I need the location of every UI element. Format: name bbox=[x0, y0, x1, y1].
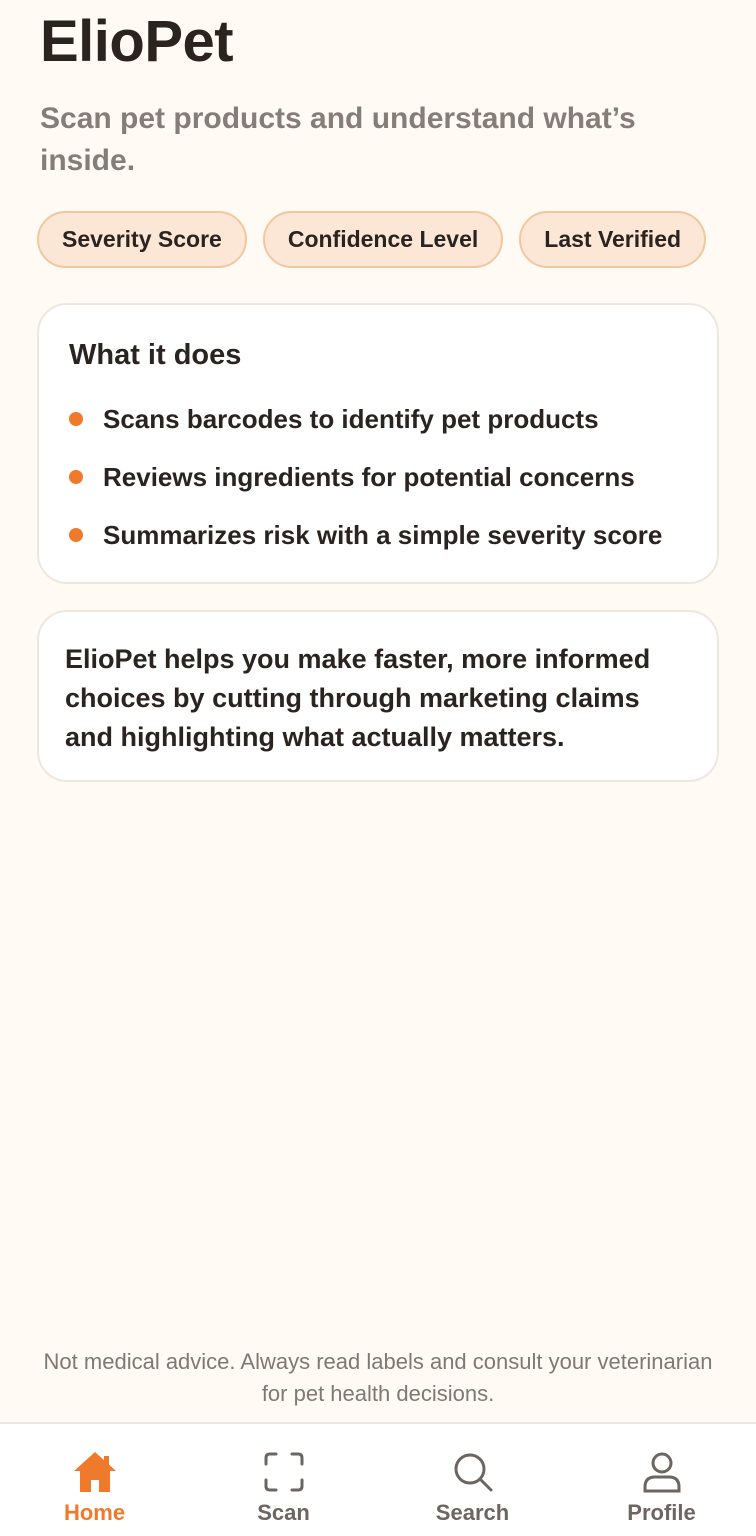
home-icon bbox=[73, 1452, 116, 1492]
feature-chips: Severity Score Confidence Level Last Ver… bbox=[37, 211, 707, 268]
chip-severity-score[interactable]: Severity Score bbox=[37, 211, 247, 268]
disclaimer: Not medical advice. Always read labels a… bbox=[43, 1349, 713, 1406]
bottom-tab-bar: Home Scan Search Profile bbox=[0, 1422, 756, 1536]
feature-list: Scans barcodes to identify pet products … bbox=[69, 390, 687, 564]
search-icon bbox=[454, 1453, 492, 1492]
chip-last-verified[interactable]: Last Verified bbox=[519, 211, 707, 268]
list-item-text: Reviews ingredients for potential concer… bbox=[103, 461, 635, 492]
list-item: Scans barcodes to identify pet products bbox=[69, 390, 687, 448]
list-item: Reviews ingredients for potential concer… bbox=[69, 448, 687, 506]
tab-profile[interactable]: Profile bbox=[567, 1424, 756, 1536]
what-it-does-card: What it does Scans barcodes to identify … bbox=[37, 303, 719, 584]
tab-home-label: Home bbox=[63, 1500, 126, 1525]
bullet-dot-icon bbox=[69, 470, 83, 484]
list-item: Summarizes risk with a simple severity s… bbox=[69, 506, 687, 564]
scan-icon bbox=[264, 1452, 303, 1492]
tab-profile-label: Profile bbox=[627, 1500, 696, 1525]
what-it-does-heading: What it does bbox=[69, 339, 242, 371]
about-card: ElioPet helps you make faster, more info… bbox=[37, 610, 719, 782]
tab-search-label: Search bbox=[435, 1500, 510, 1525]
app-subtitle: Scan pet products and understand what’s … bbox=[40, 102, 636, 177]
tab-scan[interactable]: Scan bbox=[189, 1424, 378, 1536]
chip-confidence-level[interactable]: Confidence Level bbox=[262, 211, 504, 268]
bullet-dot-icon bbox=[69, 412, 83, 426]
list-item-text: Summarizes risk with a simple severity s… bbox=[103, 519, 663, 550]
tab-home[interactable]: Home bbox=[0, 1424, 189, 1536]
list-item-text: Scans barcodes to identify pet products bbox=[103, 403, 599, 434]
about-text: ElioPet helps you make faster, more info… bbox=[65, 644, 651, 752]
app-title: ElioPet bbox=[40, 9, 234, 74]
profile-icon bbox=[643, 1452, 680, 1493]
tab-search[interactable]: Search bbox=[378, 1424, 567, 1536]
bullet-dot-icon bbox=[69, 528, 83, 542]
tab-scan-label: Scan bbox=[257, 1500, 310, 1525]
